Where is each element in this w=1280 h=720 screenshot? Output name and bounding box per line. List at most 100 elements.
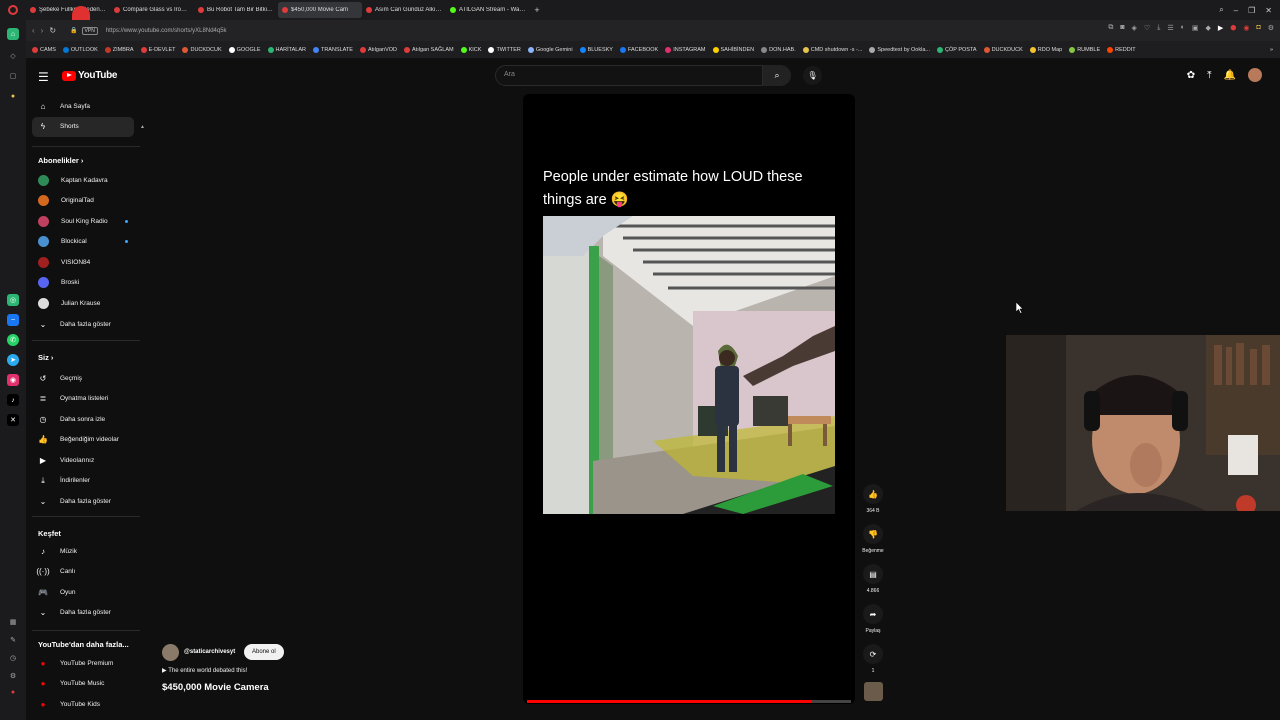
guide-item-gaming[interactable]: 🎮 Oyun [32, 582, 134, 602]
instagram-icon[interactable]: ◉ [7, 374, 19, 386]
video-progress-bar[interactable] [527, 700, 851, 703]
share-button[interactable]: ➦ [863, 604, 883, 624]
home-icon[interactable]: ⌂ [7, 28, 19, 40]
record-icon[interactable]: ● [7, 686, 19, 698]
tab-2[interactable]: Bu Robot Tam Bir Bitki Gib [194, 2, 278, 18]
more-from-youtube-header[interactable]: YouTube'dan daha fazla... [38, 640, 129, 649]
remix-button[interactable]: ⟳ [863, 644, 883, 664]
bookmark-21[interactable]: DUCKDUCK [983, 46, 1023, 53]
x-icon[interactable]: ✕ [7, 414, 19, 426]
bookmark-2[interactable]: ZIMBRA [104, 46, 134, 53]
opera-menu-button[interactable] [0, 0, 26, 20]
bookmark-17[interactable]: DON.HAB. [761, 46, 796, 53]
bookmark-8[interactable]: AtılganVOD [359, 46, 397, 53]
video-frame[interactable] [543, 216, 835, 514]
minimize-button[interactable]: – [1234, 6, 1238, 15]
subscription-item[interactable]: Broski [32, 273, 134, 293]
subscription-item[interactable]: VISION84 [32, 252, 134, 272]
subscription-item[interactable]: Julian Krause [32, 293, 134, 313]
bookmark-7[interactable]: TRANSLATE [312, 46, 353, 53]
bookmark-6[interactable]: HARİTALAR [267, 46, 306, 53]
shorts-player[interactable]: People under estimate how LOUD these thi… [523, 94, 855, 704]
youtube-app-item[interactable]: ● YouTube Music [32, 674, 134, 694]
bookmark-5[interactable]: GOOGLE [228, 46, 261, 53]
clock-icon[interactable]: ◷ [7, 652, 19, 664]
bookmark-12[interactable]: Google Gemini [527, 46, 573, 53]
guide-item-home[interactable]: ⌂ Ana Sayfa [32, 96, 134, 116]
channel-handle[interactable]: @staticarchivesyt [184, 649, 235, 655]
guide-item-liked[interactable]: 👍 Beğendiğim videolar [32, 430, 134, 450]
youtube-app-item[interactable]: ● YouTube Kids [32, 694, 134, 714]
bookmark-22[interactable]: RDO Map [1029, 46, 1062, 53]
subscription-item[interactable]: Blockical [32, 232, 134, 252]
bookmark-16[interactable]: SAHİBİNDEN [712, 46, 754, 53]
avatar[interactable] [1248, 68, 1262, 82]
bookmark-11[interactable]: TWITTER [488, 46, 521, 53]
close-button[interactable]: ✕ [1265, 6, 1272, 15]
search-icon[interactable]: ⌕ [763, 65, 791, 86]
scroll-up-icon[interactable]: ▲ [140, 124, 145, 130]
settings-icon[interactable]: ⚙ [7, 670, 19, 682]
chatgpt-icon[interactable]: ◎ [7, 294, 19, 306]
youtube-logo[interactable]: YouTube [62, 70, 118, 81]
reload-icon[interactable]: ↻ [49, 26, 56, 35]
easy-setup-icon[interactable]: ☰ [1167, 24, 1173, 32]
guide-item-music[interactable]: ♪ Müzik [32, 541, 134, 561]
sound-thumbnail[interactable] [864, 682, 883, 701]
vpn-icon[interactable]: ◆ [1205, 24, 1210, 32]
explore-header[interactable]: Keşfet [38, 529, 61, 538]
tab-0[interactable]: Şebeke Fullken Neden İnit [26, 2, 110, 18]
new-tab-button[interactable]: + [530, 5, 544, 15]
apps-icon[interactable]: ▦ [7, 616, 19, 628]
bookmark-18[interactable]: CMD shutdown -s -... [802, 46, 862, 53]
bookmark-9[interactable]: Atılgan SAĞLAM [404, 46, 454, 53]
guide-item-history[interactable]: ↺ Geçmiş [32, 368, 134, 388]
bookmark-3[interactable]: E-DEVLET [140, 46, 175, 53]
dislike-button[interactable]: 👎 [863, 524, 883, 544]
profile-icon[interactable]: ◐ [1181, 24, 1185, 32]
bookmarks-more-button[interactable]: » [1270, 47, 1273, 53]
bookmark-15[interactable]: INSTAGRAM [665, 46, 706, 53]
ublock-icon[interactable]: ⬢ [1230, 24, 1236, 32]
screenshot-icon[interactable]: ⧉ [1108, 24, 1113, 32]
comment-button[interactable]: ▤ [863, 564, 883, 584]
back-icon[interactable]: ‹ [32, 26, 35, 35]
subscription-item[interactable]: Kaptan Kadavra [32, 170, 134, 190]
like-button[interactable]: 👍 [863, 484, 883, 504]
maximize-button[interactable]: ❐ [1248, 6, 1255, 15]
gear-icon[interactable]: ✿ [1187, 70, 1195, 81]
subscription-item[interactable]: OriginalTad [32, 191, 134, 211]
bag-icon[interactable]: ▢ [7, 70, 19, 82]
bookmark-14[interactable]: FACEBOOK [619, 46, 658, 53]
download-icon[interactable]: ⤓ [1157, 24, 1160, 32]
guide-item-chevron-down[interactable]: ⌄ Daha fazla göster [32, 603, 134, 623]
guide-item-live[interactable]: ((·)) Canlı [32, 562, 134, 582]
bookmark-23[interactable]: RUMBLE [1069, 46, 1100, 53]
subscriptions-header[interactable]: Abonelikler › [38, 156, 83, 165]
subscriptions-show-more[interactable]: ⌄ Daha fazla göster [32, 314, 134, 334]
tiktok-icon[interactable]: ♪ [7, 394, 19, 406]
settings-extension-icon[interactable]: ⚙ [1268, 24, 1274, 32]
edit-icon[interactable]: ✎ [7, 634, 19, 646]
youtube-app-item[interactable]: ● YouTube Premium [32, 653, 134, 673]
url-field-wrapper[interactable]: 🔒 VPN https://www.youtube.com/shorts/yXL… [70, 24, 1110, 38]
guide-item-chevron-down[interactable]: ⌄ Daha fazla göster [32, 491, 134, 511]
guide-item-playlists[interactable]: ≣ Oynatma listeleri [32, 389, 134, 409]
guide-item-shorts[interactable]: ϟ Shorts [32, 116, 134, 137]
vpn-badge[interactable]: VPN [81, 26, 98, 35]
telegram-icon[interactable]: ➤ [7, 354, 19, 366]
tab-3[interactable]: $450,000 Movie Cam [278, 2, 362, 18]
bookmark-1[interactable]: OUTLOOK [62, 46, 98, 53]
tab-4[interactable]: Asım Can Gündüz Alkışla [362, 2, 446, 18]
camera-icon[interactable]: ◙ [1120, 24, 1124, 32]
related-video-link[interactable]: ▶ The entire world debated this! [162, 667, 247, 674]
you-header[interactable]: Siz › [38, 353, 53, 362]
bookmark-10[interactable]: KICK [460, 46, 481, 53]
messenger-icon[interactable]: ~ [7, 314, 19, 326]
channel-avatar[interactable] [162, 644, 179, 661]
tab-5[interactable]: ATILGAN Stream - Watch [446, 2, 530, 18]
bookmark-19[interactable]: Speedtest by Ookla... [869, 46, 930, 53]
extension-icon[interactable]: ▣ [1192, 24, 1199, 32]
record-extension-icon[interactable]: ◉ [1243, 24, 1249, 32]
guide-item-watch-later[interactable]: ◷ Daha sonra izle [32, 409, 134, 429]
